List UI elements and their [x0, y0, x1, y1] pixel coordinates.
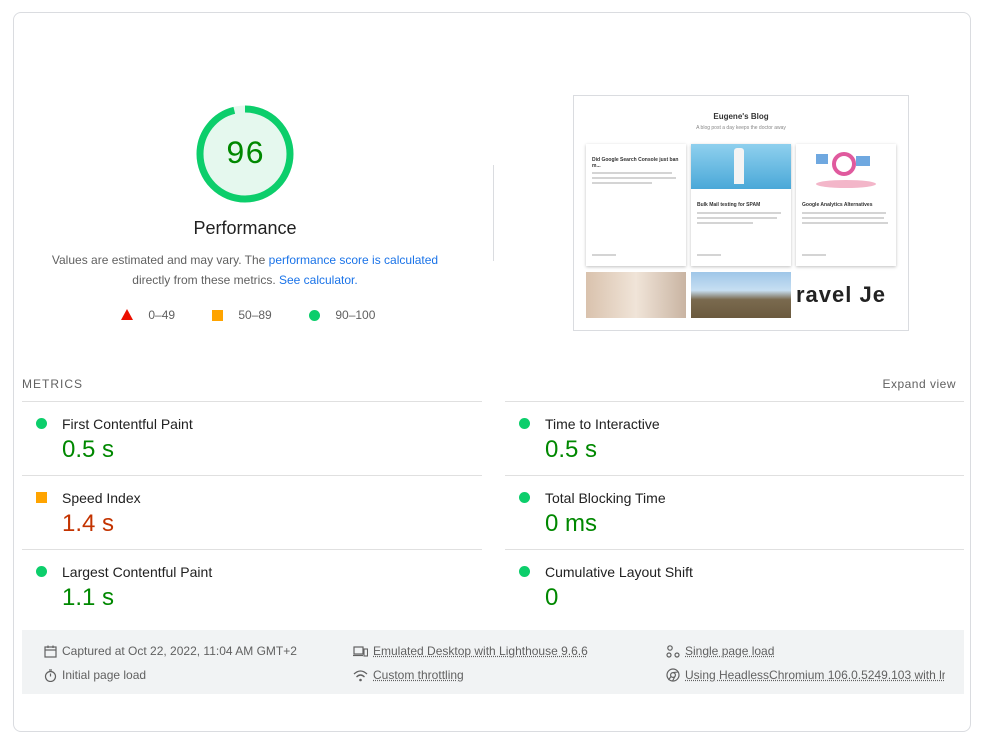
- post-title: Bulk Mail testing for SPAM: [697, 202, 761, 208]
- support-photo: [586, 272, 686, 318]
- status-icon: [519, 492, 530, 503]
- legend-average-label: 50–89: [238, 308, 272, 322]
- devices-icon: [353, 645, 368, 657]
- metric-name: Speed Index: [62, 490, 141, 506]
- metrics-heading: METRICS: [22, 377, 83, 391]
- metric-value: 0: [545, 584, 559, 611]
- status-icon: [519, 566, 530, 577]
- metric-first-contentful-paint[interactable]: First Contentful Paint 0.5 s: [22, 402, 462, 476]
- metric-speed-index[interactable]: Speed Index 1.4 s: [22, 476, 462, 550]
- throttling-text: Custom throttling: [373, 668, 464, 682]
- performance-label: Performance: [193, 218, 297, 238]
- status-icon: [36, 566, 47, 577]
- landscape-photo: [691, 272, 791, 318]
- post-title: Did Google Search Console just ban m...: [592, 157, 679, 169]
- analytics-illustration: [796, 144, 896, 189]
- text-line: [592, 177, 676, 179]
- calendar-icon: [44, 645, 57, 658]
- metric-largest-contentful-paint[interactable]: Largest Contentful Paint 1.1 s: [22, 550, 462, 624]
- legend-fail: 0–49: [121, 308, 175, 322]
- initial-load-text: Initial page load: [62, 668, 147, 682]
- throttling[interactable]: Custom throttling: [353, 668, 464, 682]
- circle-icon: [309, 310, 320, 322]
- status-icon: [519, 418, 530, 429]
- legend-pass-label: 90–100: [335, 308, 376, 322]
- initial-page-load: Initial page load: [44, 668, 146, 682]
- text-line: [802, 254, 826, 256]
- text-line: [697, 222, 753, 224]
- metric-total-blocking-time[interactable]: Total Blocking Time 0 ms: [505, 476, 945, 550]
- metric-name: Total Blocking Time: [545, 490, 666, 506]
- text-line: [592, 254, 616, 256]
- legend-fail-label: 0–49: [148, 308, 176, 322]
- overflow-text: ravel Je: [796, 282, 886, 307]
- metric-value: 1.4 s: [62, 510, 115, 537]
- score-description: Values are estimated and may vary. The p…: [40, 250, 450, 290]
- emulated-device[interactable]: Emulated Desktop with Lighthouse 9.6.6: [353, 644, 588, 658]
- stopwatch-icon: [44, 668, 57, 682]
- metric-name: Time to Interactive: [545, 416, 660, 432]
- metric-name: Cumulative Layout Shift: [545, 564, 693, 580]
- performance-score: 96: [225, 135, 265, 173]
- square-icon: [212, 310, 223, 322]
- text-line: [802, 222, 888, 224]
- blog-post-card: Did Google Search Console just ban m...: [586, 144, 686, 266]
- vertical-divider: [493, 165, 494, 261]
- text-line: [697, 254, 721, 256]
- legend-average: 50–89: [212, 308, 272, 322]
- metric-name: Largest Contentful Paint: [62, 564, 213, 580]
- single-load-text: Single page load: [685, 644, 775, 658]
- triangle-icon: [121, 309, 133, 321]
- description-text-2: directly from these metrics.: [132, 273, 279, 287]
- text-line: [802, 217, 884, 219]
- browser-info[interactable]: Using HeadlessChromium 106.0.5249.103 wi…: [666, 668, 945, 682]
- wifi-icon: [353, 669, 368, 681]
- status-icon: [36, 492, 47, 503]
- metric-value: 0 ms: [545, 510, 598, 537]
- emulated-text: Emulated Desktop with Lighthouse 9.6.6: [373, 644, 588, 658]
- metric-name: First Contentful Paint: [62, 416, 193, 432]
- runtime-settings: Captured at Oct 22, 2022, 11:04 AM GMT+2…: [22, 630, 964, 694]
- status-icon: [36, 418, 47, 429]
- network-nodes-icon: [666, 644, 680, 658]
- lighthouse-tower: [734, 148, 744, 184]
- text-line: [802, 212, 886, 214]
- metric-value: 0.5 s: [62, 436, 115, 463]
- browser-text: Using HeadlessChromium 106.0.5249.103 wi…: [685, 668, 945, 682]
- chrome-icon: [666, 668, 680, 682]
- captured-text: Captured at Oct 22, 2022, 11:04 AM GMT+2: [62, 644, 297, 658]
- performance-score-link[interactable]: performance score is calculated: [269, 253, 438, 267]
- text-line: [592, 182, 652, 184]
- captured-at: Captured at Oct 22, 2022, 11:04 AM GMT+2: [44, 644, 297, 658]
- text-line: [697, 217, 777, 219]
- metric-value: 0.5 s: [545, 436, 598, 463]
- expand-view-button[interactable]: Expand view: [882, 377, 956, 391]
- blog-title: Eugene's Blog: [713, 112, 769, 121]
- metric-value: 1.1 s: [62, 584, 115, 611]
- final-screenshot[interactable]: Eugene's Blog A blog post a day keeps th…: [573, 95, 909, 331]
- text-line: [697, 212, 781, 214]
- metric-cumulative-layout-shift[interactable]: Cumulative Layout Shift 0: [505, 550, 945, 624]
- blog-subtitle: A blog post a day keeps the doctor away: [696, 125, 786, 131]
- post-title: Google Analytics Alternatives: [802, 202, 873, 208]
- see-calculator-link[interactable]: See calculator.: [279, 273, 358, 287]
- metric-time-to-interactive[interactable]: Time to Interactive 0.5 s: [505, 402, 945, 476]
- description-text: Values are estimated and may vary. The: [51, 253, 269, 267]
- single-page-load[interactable]: Single page load: [666, 644, 774, 658]
- legend-pass: 90–100: [309, 308, 375, 322]
- text-line: [592, 172, 672, 174]
